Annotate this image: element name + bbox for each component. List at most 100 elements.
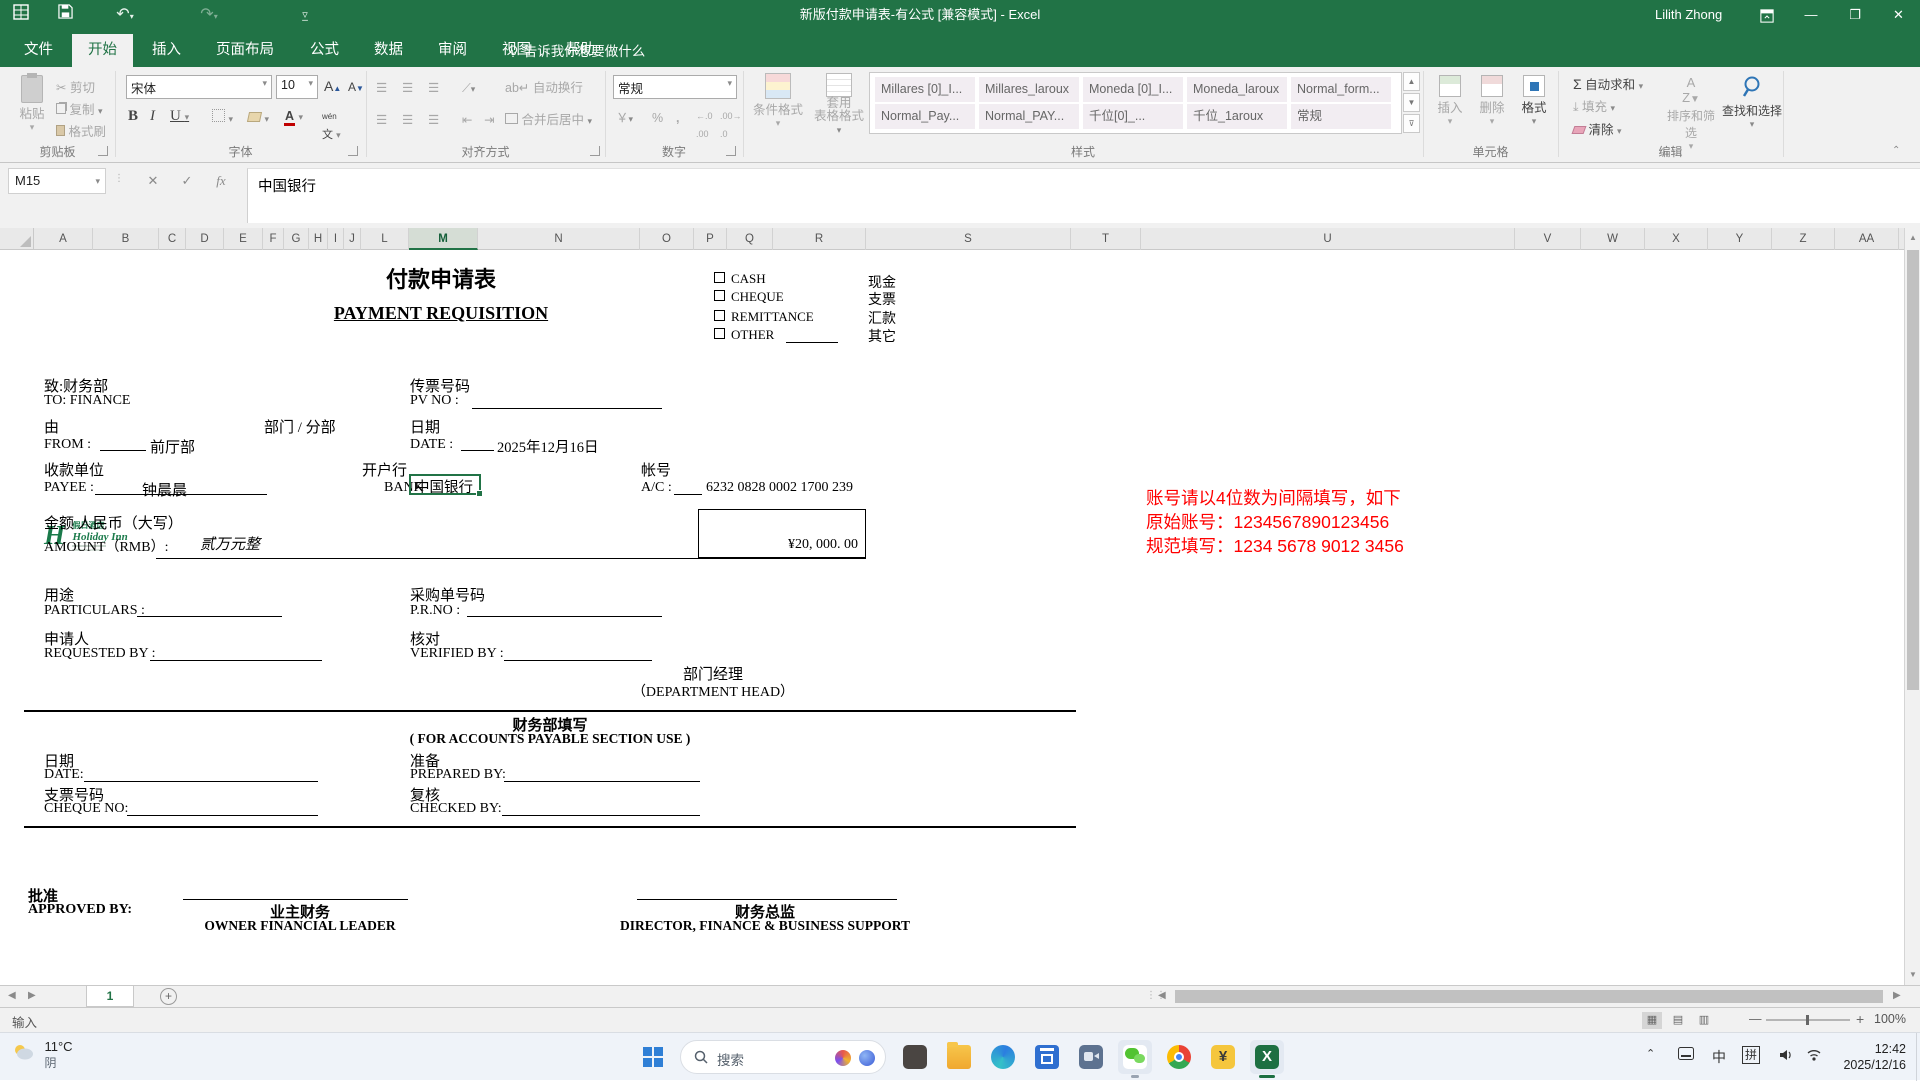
column-header-W[interactable]: W — [1581, 228, 1645, 250]
dialog-launcher-icon[interactable] — [98, 146, 108, 156]
sheet-nav-right[interactable]: ▶ — [28, 990, 36, 1001]
column-header-Y[interactable]: Y — [1708, 228, 1772, 250]
tell-me-box[interactable]: 告诉我你想要做什么 — [506, 40, 645, 60]
cell-style-chip[interactable]: Millares [0]_I... — [875, 77, 975, 102]
vertical-scroll-thumb[interactable] — [1907, 250, 1919, 690]
sheet-area[interactable]: H 假日酒店 Holiday Inn 付款申请表PAYMENT REQUISIT… — [0, 250, 1904, 985]
increase-indent-button[interactable]: ⇥ — [484, 111, 494, 129]
column-header-H[interactable]: H — [309, 228, 328, 250]
autosum-button[interactable]: Σ 自动求和 ▾ — [1573, 75, 1643, 95]
tab-审阅[interactable]: 审阅 — [422, 34, 483, 67]
page-break-view-button[interactable]: ▥ — [1694, 1012, 1714, 1029]
fill-button[interactable]: ⤓ 填充 ▾ — [1573, 98, 1615, 117]
cell-style-chip[interactable]: Normal_form... — [1291, 77, 1391, 102]
column-header-T[interactable]: T — [1071, 228, 1141, 250]
taskbar-file-explorer[interactable] — [942, 1040, 976, 1074]
cell-style-chip[interactable]: 千位[0]_... — [1083, 104, 1183, 129]
align-middle-button[interactable]: ☰ — [402, 79, 413, 97]
zoom-level[interactable]: 100% — [1874, 1012, 1906, 1026]
dialog-launcher-icon[interactable] — [726, 146, 736, 156]
taskbar-excel[interactable]: X — [1250, 1040, 1284, 1074]
column-header-B[interactable]: B — [93, 228, 159, 250]
align-center-button[interactable]: ☰ — [402, 111, 413, 129]
select-all-corner[interactable] — [0, 228, 34, 250]
cell-style-chip[interactable]: 常规 — [1291, 104, 1391, 129]
zoom-slider[interactable] — [1766, 1019, 1850, 1021]
zoom-slider-knob[interactable] — [1806, 1015, 1809, 1025]
new-sheet-button[interactable]: + — [160, 988, 177, 1005]
align-right-button[interactable]: ☰ — [428, 111, 439, 129]
underline-button[interactable]: U ▾ — [170, 107, 189, 126]
clear-button[interactable]: 清除 ▾ — [1573, 121, 1622, 140]
sheet-tab-active[interactable]: 1 — [86, 986, 134, 1007]
language-indicator[interactable]: 中 — [1712, 1047, 1726, 1067]
minimize-button[interactable]: — — [1789, 0, 1833, 30]
increase-font-button[interactable]: A▲ — [324, 77, 341, 98]
gallery-scroll-up[interactable]: ▲ — [1403, 72, 1420, 91]
conditional-formatting-button[interactable]: 条件格式▾ — [748, 73, 808, 129]
decrease-decimal-button[interactable]: .00→.0 — [720, 107, 742, 143]
network-icon[interactable] — [1806, 1047, 1822, 1066]
touch-keyboard-icon[interactable] — [1678, 1047, 1694, 1063]
taskbar-chrome[interactable] — [1162, 1040, 1196, 1074]
clock[interactable]: 12:42 2025/12/16 — [1843, 1041, 1906, 1073]
hidden-icons-chevron[interactable]: ⌃ — [1646, 1047, 1655, 1060]
ribbon-display-options-button[interactable] — [1745, 0, 1789, 30]
column-header-U[interactable]: U — [1141, 228, 1515, 250]
font-name-combo[interactable]: 宋体▾ — [126, 75, 272, 99]
horizontal-scroll-thumb[interactable] — [1175, 990, 1883, 1003]
format-as-table-button[interactable]: 套用表格格式 ▾ — [812, 73, 866, 137]
taskbar-wechat[interactable] — [1118, 1040, 1152, 1074]
column-header-A[interactable]: A — [34, 228, 93, 250]
orientation-button[interactable]: ⟋▾ — [462, 79, 475, 98]
column-header-V[interactable]: V — [1515, 228, 1581, 250]
font-size-combo[interactable]: 10▾ — [276, 75, 318, 99]
taskbar-search-box[interactable]: 搜索 — [680, 1040, 886, 1074]
tab-开始[interactable]: 开始 — [72, 34, 133, 67]
column-header-M[interactable]: M — [409, 228, 478, 250]
increase-decimal-button[interactable]: ←.0.00 — [696, 107, 713, 143]
decrease-indent-button[interactable]: ⇤ — [462, 111, 472, 129]
column-header-F[interactable]: F — [263, 228, 284, 250]
column-header-N[interactable]: N — [478, 228, 640, 250]
scroll-up-arrow[interactable]: ▲ — [1906, 230, 1920, 246]
column-header-R[interactable]: R — [773, 228, 866, 250]
show-desktop-button[interactable] — [1916, 1033, 1920, 1081]
save-button[interactable] — [52, 4, 78, 26]
align-left-button[interactable]: ☰ — [376, 111, 387, 129]
wrap-text-button[interactable]: ab↵ 自动换行 — [505, 79, 583, 97]
italic-button[interactable]: I — [150, 107, 155, 125]
column-header-E[interactable]: E — [224, 228, 263, 250]
column-header-G[interactable]: G — [284, 228, 309, 250]
scroll-down-arrow[interactable]: ▼ — [1906, 967, 1920, 983]
formula-input[interactable]: 中国银行 — [247, 168, 1920, 223]
fill-color-button[interactable]: ▾ — [248, 109, 269, 128]
zoom-in-button[interactable]: + — [1856, 1011, 1864, 1027]
align-top-button[interactable]: ☰ — [376, 79, 390, 97]
close-button[interactable]: ✕ — [1877, 0, 1920, 30]
dialog-launcher-icon[interactable] — [590, 146, 600, 156]
merge-center-button[interactable]: 合并后居中 ▾ — [505, 111, 592, 130]
decrease-font-button[interactable]: A▼ — [348, 78, 364, 98]
insert-cells-button[interactable]: 插入▾ — [1430, 75, 1470, 127]
name-box[interactable]: M15▾ — [8, 168, 106, 194]
hscroll-left-arrow[interactable]: ◀ — [1158, 990, 1166, 1001]
formula-bar-splitter[interactable]: ⋮ — [114, 173, 124, 184]
column-header-O[interactable]: O — [640, 228, 694, 250]
taskbar-meeting-app[interactable] — [1074, 1040, 1108, 1074]
column-header-Q[interactable]: Q — [727, 228, 773, 250]
tab-file[interactable]: 文件 — [8, 34, 69, 67]
column-header-L[interactable]: L — [361, 228, 409, 250]
column-header-S[interactable]: S — [866, 228, 1071, 250]
collapse-ribbon-button[interactable]: ⌃ — [1892, 145, 1900, 156]
column-header-I[interactable]: I — [328, 228, 344, 250]
vertical-scrollbar[interactable]: ▲ ▼ — [1904, 228, 1920, 985]
cell-style-chip[interactable]: Normal_Pay... — [875, 104, 975, 129]
hscroll-right-arrow[interactable]: ▶ — [1893, 990, 1901, 1001]
customize-qat-button[interactable]: ▿̲ — [292, 4, 318, 26]
selected-cell[interactable] — [409, 474, 481, 495]
insert-function-button[interactable]: fx — [206, 168, 236, 194]
delete-cells-button[interactable]: 删除▾ — [1472, 75, 1512, 127]
accounting-format-button[interactable]: ￥▾ — [616, 109, 633, 128]
volume-icon[interactable] — [1778, 1047, 1794, 1066]
